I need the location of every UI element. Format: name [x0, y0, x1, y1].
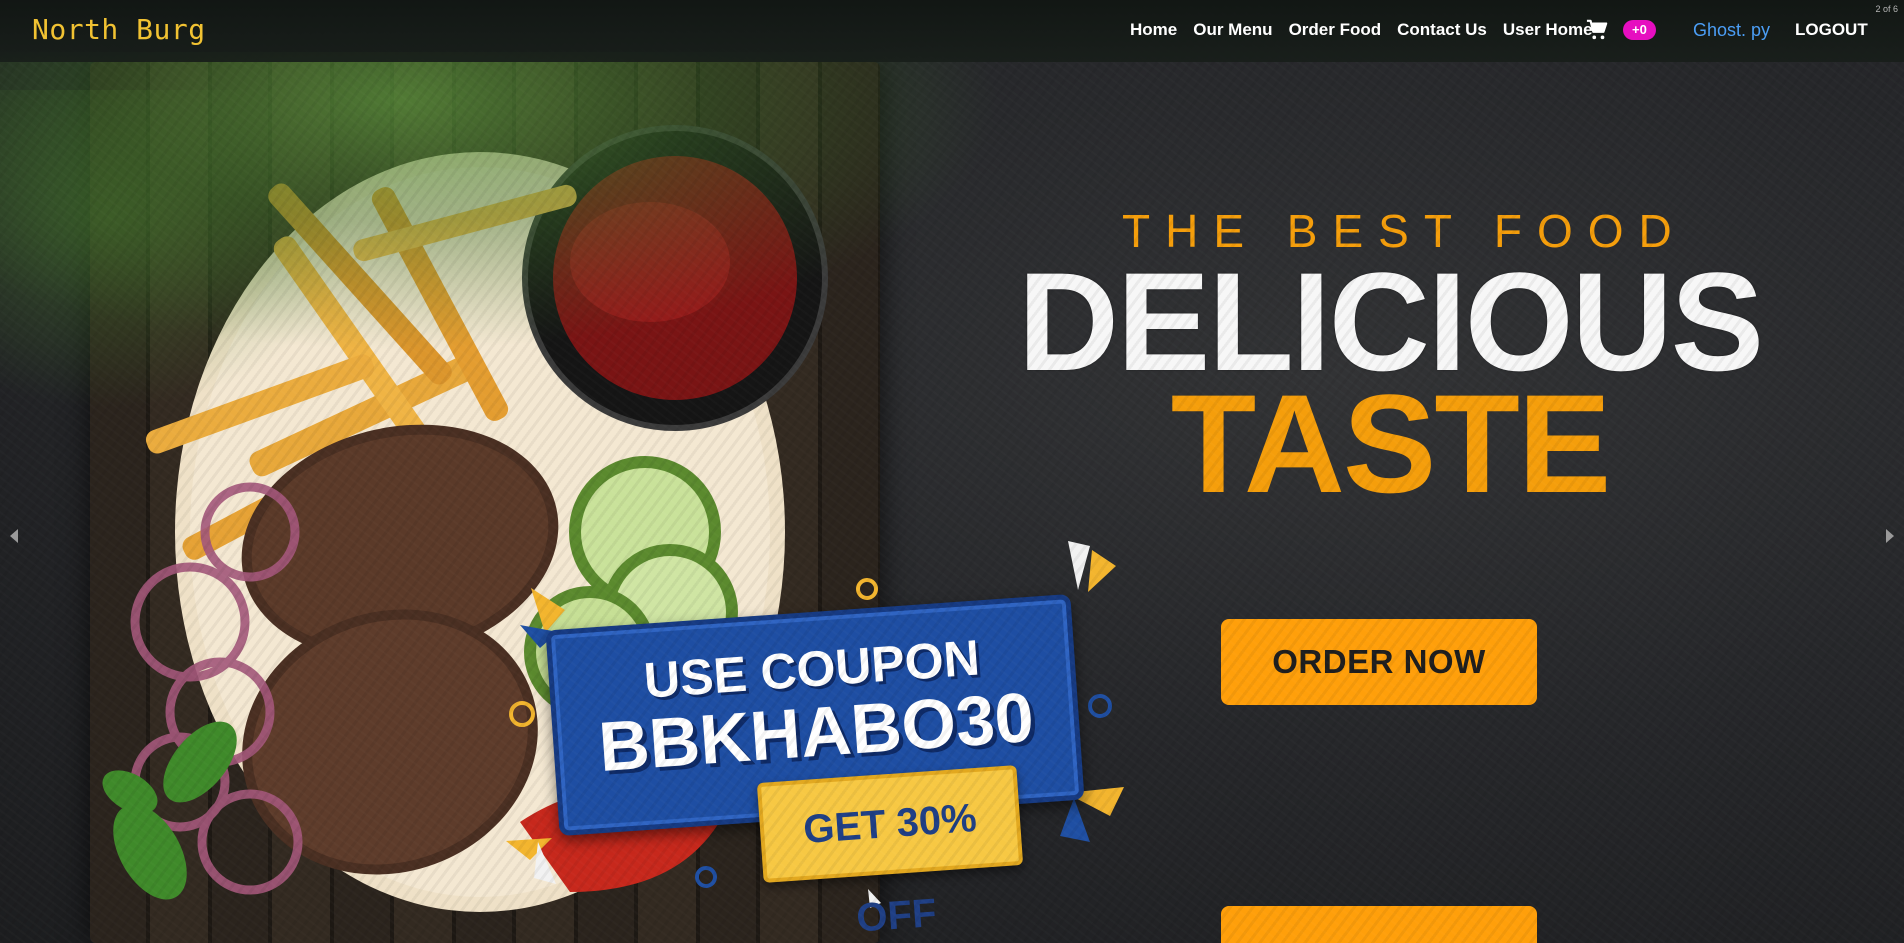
confetti-triangle [1060, 798, 1090, 842]
chevron-left-icon[interactable] [6, 527, 22, 545]
user-profile-link[interactable]: Ghost. py [1693, 20, 1770, 41]
nav-order-food[interactable]: Order Food [1289, 20, 1382, 40]
cart-icon[interactable] [1586, 19, 1608, 41]
nav-user-home[interactable]: User Home [1503, 20, 1593, 40]
nav-our-menu[interactable]: Our Menu [1193, 20, 1272, 40]
confetti-ring [1088, 694, 1112, 718]
discount-tag: GET 30% OFF [756, 765, 1024, 941]
top-navbar: North Burg Home Our Menu Order Food Cont… [0, 0, 1904, 62]
slide-counter: 2 of 6 [1875, 4, 1898, 14]
nav-contact-us[interactable]: Contact Us [1397, 20, 1487, 40]
brand-logo[interactable]: North Burg [32, 13, 206, 46]
cart-count-badge[interactable]: +0 [1623, 20, 1656, 40]
nav-links: Home Our Menu Order Food Contact Us User… [1130, 20, 1593, 40]
order-now-button[interactable]: ORDER NOW [1221, 619, 1537, 705]
hero-slide: USE COUPON BBKHABO30 GET 30% OFF THE BES… [0, 0, 1904, 943]
chevron-right-icon[interactable] [1882, 527, 1898, 545]
secondary-order-button[interactable] [1221, 906, 1537, 943]
logout-link[interactable]: LOGOUT [1795, 20, 1868, 40]
confetti-triangle [1088, 550, 1116, 592]
nav-home[interactable]: Home [1130, 20, 1177, 40]
confetti-triangle [1068, 541, 1090, 590]
hero-headline-line2: TASTE [1170, 365, 1612, 522]
